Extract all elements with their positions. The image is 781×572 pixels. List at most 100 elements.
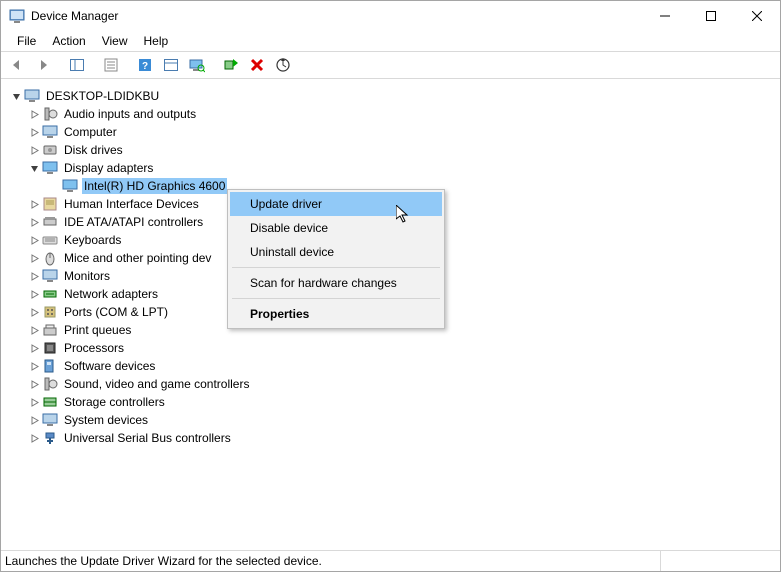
- close-button[interactable]: [734, 1, 780, 31]
- tree-category-label: Processors: [62, 340, 126, 356]
- update-driver-button[interactable]: [271, 53, 295, 77]
- tree-root-label: DESKTOP-LDIDKBU: [44, 88, 161, 104]
- ctx-uninstall-device[interactable]: Uninstall device: [230, 240, 442, 264]
- computer-icon: [24, 88, 40, 104]
- chevron-right-icon[interactable]: [26, 196, 42, 212]
- category-icon: [42, 322, 58, 338]
- category-icon: [42, 268, 58, 284]
- ctx-separator: [232, 298, 440, 299]
- category-icon: [42, 340, 58, 356]
- category-icon: [42, 376, 58, 392]
- chevron-right-icon[interactable]: [26, 214, 42, 230]
- category-icon: [42, 358, 58, 374]
- chevron-right-icon[interactable]: [26, 124, 42, 140]
- tree-category-label: Ports (COM & LPT): [62, 304, 170, 320]
- chevron-right-icon[interactable]: [26, 232, 42, 248]
- chevron-right-icon[interactable]: [26, 412, 42, 428]
- display-adapter-icon: [62, 178, 78, 194]
- chevron-right-icon[interactable]: [26, 304, 42, 320]
- tree-category[interactable]: Processors: [2, 339, 779, 357]
- statusbar-text: Launches the Update Driver Wizard for th…: [5, 554, 322, 568]
- ctx-properties[interactable]: Properties: [230, 302, 442, 326]
- statusbar: Launches the Update Driver Wizard for th…: [1, 550, 780, 571]
- category-icon: [42, 304, 58, 320]
- tree-device-label: Intel(R) HD Graphics 4600: [82, 178, 227, 194]
- tree-category-label: Network adapters: [62, 286, 160, 302]
- statusbar-cell2: [660, 551, 780, 571]
- tree-category[interactable]: Disk drives: [2, 141, 779, 159]
- category-icon: [42, 106, 58, 122]
- category-icon: [42, 412, 58, 428]
- chevron-right-icon[interactable]: [26, 106, 42, 122]
- properties-button[interactable]: [99, 53, 123, 77]
- svg-text:?: ?: [142, 61, 148, 72]
- window-title: Device Manager: [31, 9, 118, 23]
- tree-category-label: Disk drives: [62, 142, 125, 158]
- titlebar: Device Manager: [1, 1, 780, 31]
- maximize-button[interactable]: [688, 1, 734, 31]
- back-button[interactable]: [5, 53, 29, 77]
- ctx-update-driver[interactable]: Update driver: [230, 192, 442, 216]
- tree-root[interactable]: DESKTOP-LDIDKBU: [2, 87, 779, 105]
- menu-view[interactable]: View: [94, 32, 136, 50]
- tree-category-label: Print queues: [62, 322, 133, 338]
- forward-button[interactable]: [31, 53, 55, 77]
- tree-category[interactable]: Sound, video and game controllers: [2, 375, 779, 393]
- tree-category-label: Human Interface Devices: [62, 196, 201, 212]
- tree-category-label: Mice and other pointing dev: [62, 250, 213, 266]
- tree-category[interactable]: Display adapters: [2, 159, 779, 177]
- category-icon: [42, 142, 58, 158]
- category-icon: [42, 214, 58, 230]
- ctx-separator: [232, 267, 440, 268]
- tree-category[interactable]: Computer: [2, 123, 779, 141]
- chevron-right-icon[interactable]: [26, 268, 42, 284]
- ctx-scan-hardware[interactable]: Scan for hardware changes: [230, 271, 442, 295]
- tree-category[interactable]: Universal Serial Bus controllers: [2, 429, 779, 447]
- chevron-right-icon[interactable]: [26, 142, 42, 158]
- chevron-right-icon[interactable]: [26, 394, 42, 410]
- minimize-button[interactable]: [642, 1, 688, 31]
- chevron-right-icon[interactable]: [26, 250, 42, 266]
- category-icon: [42, 232, 58, 248]
- tree-category-label: Computer: [62, 124, 119, 140]
- tree-category[interactable]: Storage controllers: [2, 393, 779, 411]
- tree-category-label: Monitors: [62, 268, 112, 284]
- tree-category-label: Sound, video and game controllers: [62, 376, 251, 392]
- tree-category-label: Keyboards: [62, 232, 123, 248]
- enable-button[interactable]: [219, 53, 243, 77]
- tree-category-label: System devices: [62, 412, 150, 428]
- ctx-disable-device[interactable]: Disable device: [230, 216, 442, 240]
- app-icon: [9, 8, 25, 24]
- menu-file[interactable]: File: [9, 32, 44, 50]
- category-icon: [42, 286, 58, 302]
- action-button[interactable]: [159, 53, 183, 77]
- category-icon: [42, 160, 58, 176]
- tree-category[interactable]: Software devices: [2, 357, 779, 375]
- category-icon: [42, 196, 58, 212]
- chevron-right-icon[interactable]: [26, 430, 42, 446]
- menu-help[interactable]: Help: [136, 32, 177, 50]
- tree-category[interactable]: System devices: [2, 411, 779, 429]
- uninstall-button[interactable]: [245, 53, 269, 77]
- chevron-right-icon[interactable]: [26, 358, 42, 374]
- tree-category-label: Storage controllers: [62, 394, 167, 410]
- chevron-right-icon[interactable]: [26, 286, 42, 302]
- category-icon: [42, 430, 58, 446]
- tree-category-label: Display adapters: [62, 160, 155, 176]
- toolbar: ?: [1, 51, 780, 79]
- tree-category-label: Software devices: [62, 358, 157, 374]
- category-icon: [42, 124, 58, 140]
- tree-category[interactable]: Audio inputs and outputs: [2, 105, 779, 123]
- help-button[interactable]: ?: [133, 53, 157, 77]
- show-hide-tree-button[interactable]: [65, 53, 89, 77]
- menubar: File Action View Help: [1, 31, 780, 51]
- category-icon: [42, 250, 58, 266]
- tree-category-label: Universal Serial Bus controllers: [62, 430, 233, 446]
- scan-button[interactable]: [185, 53, 209, 77]
- chevron-down-icon[interactable]: [26, 160, 42, 176]
- chevron-right-icon[interactable]: [26, 340, 42, 356]
- chevron-down-icon[interactable]: [8, 88, 24, 104]
- chevron-right-icon[interactable]: [26, 376, 42, 392]
- menu-action[interactable]: Action: [44, 32, 93, 50]
- chevron-right-icon[interactable]: [26, 322, 42, 338]
